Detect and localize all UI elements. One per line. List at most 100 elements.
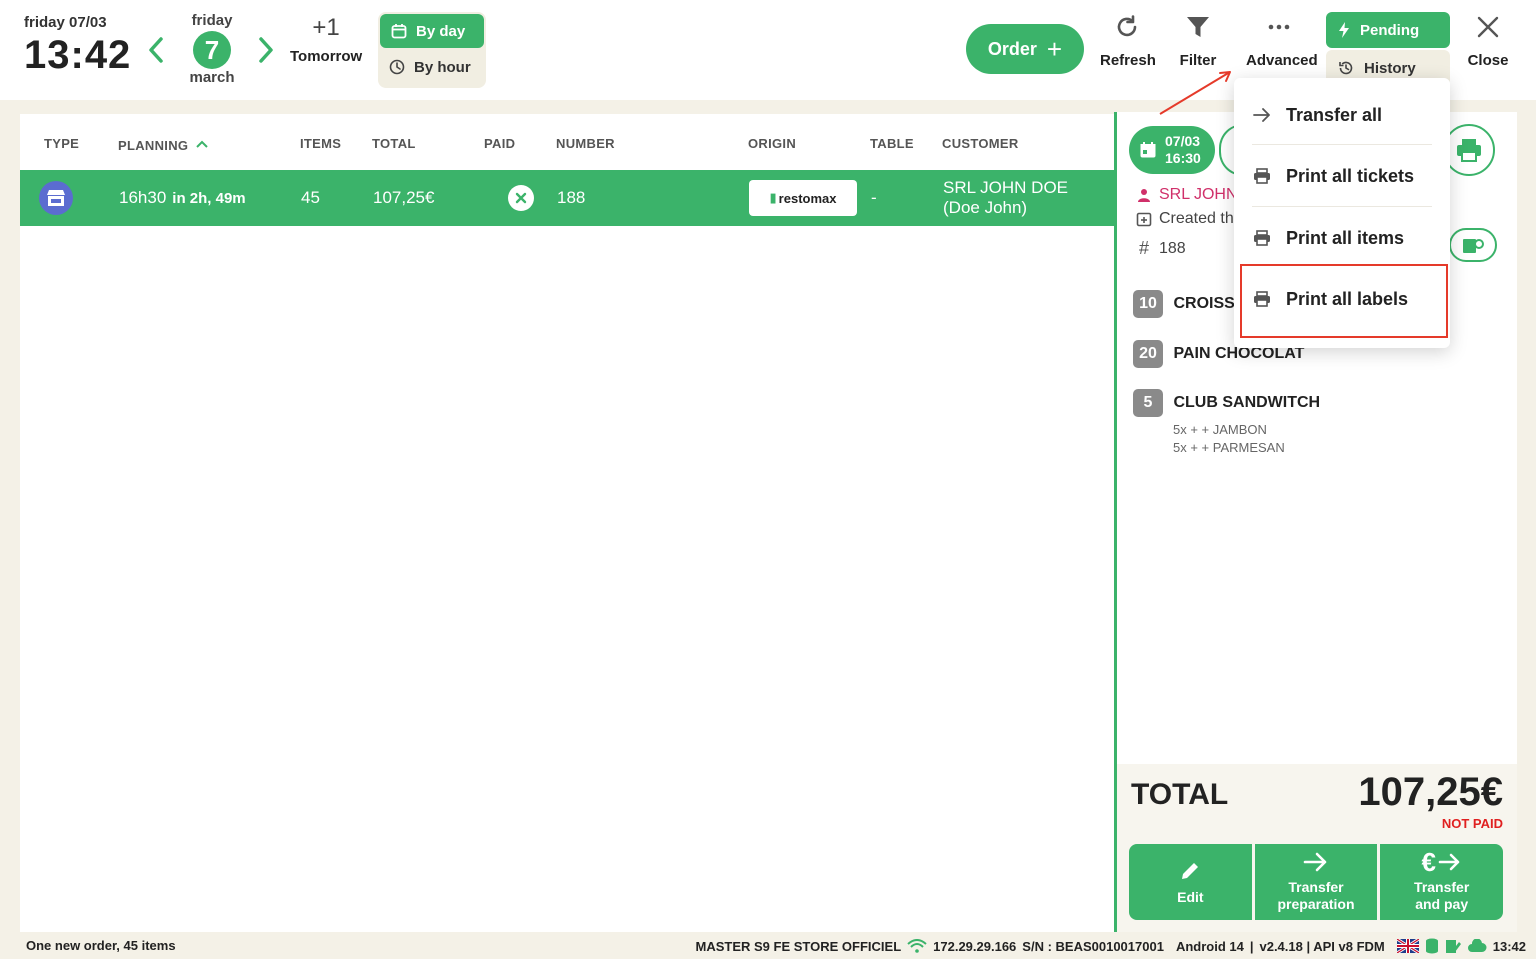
column-header-table[interactable]: TABLE (870, 136, 914, 151)
list-item[interactable]: 5 CLUB SANDWITCH 5x + + JAMBON 5x + + PA… (1133, 389, 1320, 457)
payment-button[interactable] (1449, 228, 1497, 262)
hash-icon: # (1138, 238, 1149, 258)
column-header-total[interactable]: TOTAL (372, 136, 416, 151)
plus-one-label: +1 (312, 14, 340, 41)
calendar-icon (390, 22, 408, 40)
menu-item-print-all-items[interactable]: Print all items (1252, 218, 1432, 258)
view-by-hour-button[interactable]: By hour (378, 50, 486, 84)
total-cell: 107,25€ (373, 188, 435, 207)
column-header-planning-label: PLANNING (118, 138, 189, 153)
refresh-button[interactable]: Refresh (1100, 12, 1156, 69)
order-actions: Edit Transfer preparation € Transfer and… (1129, 844, 1504, 920)
print-ticket-button[interactable] (1443, 124, 1495, 176)
annotation-arrow-icon (1150, 64, 1240, 125)
item-name: CLUB SANDWITCH (1173, 394, 1321, 411)
item-modifier: 5x + + JAMBON (1173, 422, 1267, 437)
menu-item-label: Print all items (1286, 227, 1405, 248)
previous-day-arrow-icon[interactable] (146, 36, 166, 72)
order-type-cell (39, 170, 73, 226)
plus-icon: + (1046, 33, 1063, 64)
arrow-right-icon (1303, 851, 1329, 873)
order-time: 16:30 (1165, 150, 1201, 166)
refresh-icon (1100, 12, 1154, 42)
column-header-number[interactable]: NUMBER (556, 136, 615, 151)
view-by-day-button[interactable]: By day (380, 14, 484, 48)
column-header-planning[interactable]: PLANNING (118, 136, 208, 153)
order-date: 07/03 (1165, 133, 1201, 149)
database-icon (1425, 938, 1439, 954)
column-header-customer[interactable]: CUSTOMER (942, 136, 1019, 151)
column-header-type[interactable]: TYPE (44, 136, 79, 151)
total-value: 107,25€ (1358, 770, 1503, 814)
column-header-paid[interactable]: PAID (484, 136, 515, 151)
advanced-label: Advanced (1246, 52, 1318, 69)
more-dots-icon (1246, 12, 1312, 42)
view-by-hour-label: By hour (414, 58, 471, 76)
orders-table: TYPE PLANNING ITEMS TOTAL PAID NUMBER OR… (20, 114, 1114, 932)
menu-item-transfer-all[interactable]: Transfer all (1252, 95, 1432, 135)
document-edit-icon (1445, 938, 1461, 954)
refresh-label: Refresh (1100, 52, 1156, 69)
origin-label: restomax (778, 190, 837, 206)
view-toggle: By day By hour (378, 12, 486, 88)
transfer-and-pay-button[interactable]: € Transfer and pay (1380, 844, 1504, 920)
transfer-and-pay-label-1: Transfer (1414, 879, 1470, 895)
serial-number: S/N : BEAS0010017001 (1022, 938, 1164, 954)
printer-icon (1456, 138, 1482, 162)
store-icon (39, 181, 73, 215)
filter-icon (1176, 12, 1220, 42)
next-day-arrow-icon[interactable] (256, 36, 276, 72)
clock-icon (388, 58, 406, 76)
planning-cell: 16h30 in 2h, 49m (119, 170, 246, 226)
ip-address: 172.29.29.166 (933, 938, 1017, 954)
number-cell: 188 (557, 188, 586, 207)
current-time: 13:42 (24, 33, 132, 77)
order-number-label: 188 (1159, 239, 1186, 257)
pencil-icon (1178, 859, 1202, 883)
status-bar: One new order, 45 items MASTER S9 FE STO… (0, 932, 1536, 959)
arrow-right-icon (1252, 108, 1272, 122)
uk-flag-icon[interactable] (1396, 939, 1419, 953)
tomorrow-button[interactable]: +1 Tomorrow (290, 14, 362, 65)
table-cell: - (871, 188, 877, 207)
filter-button[interactable]: Filter (1176, 12, 1220, 69)
total-label: TOTAL (1131, 778, 1229, 811)
column-header-origin[interactable]: ORIGIN (748, 136, 796, 151)
table-row[interactable]: 16h30 in 2h, 49m 45 107,25€ 188 ▮ restom… (20, 170, 1114, 226)
item-quantity: 5 (1133, 389, 1163, 417)
items-cell: 45 (301, 188, 320, 207)
selected-month: march (189, 69, 235, 86)
column-header-items[interactable]: ITEMS (300, 136, 341, 151)
advanced-button[interactable]: Advanced (1246, 12, 1318, 69)
payment-status: NOT PAID (1441, 816, 1503, 831)
new-order-button[interactable]: Order + (966, 24, 1084, 74)
order-label: Order (987, 38, 1037, 59)
restomax-logo-icon: ▮ (769, 190, 777, 205)
origin-cell: ▮ restomax (749, 170, 857, 226)
paid-cell (508, 170, 534, 226)
date-picker[interactable]: friday 7 march (186, 12, 238, 86)
history-icon (1338, 60, 1354, 76)
order-date-badge[interactable]: 07/03 16:30 (1129, 126, 1215, 174)
tomorrow-label: Tomorrow (290, 48, 363, 65)
calendar-plus-icon (1135, 211, 1153, 227)
not-paid-x-icon (508, 185, 534, 211)
highlight-box (1240, 264, 1448, 338)
edit-button[interactable]: Edit (1129, 844, 1252, 920)
created-date: Created the (1135, 210, 1243, 228)
close-button[interactable]: Close (1466, 12, 1510, 69)
menu-item-print-all-tickets[interactable]: Print all tickets (1252, 156, 1432, 196)
separator: | (1249, 938, 1254, 954)
printer-icon (1252, 230, 1272, 246)
item-modifiers: 5x + + JAMBON 5x + + PARMESAN (1173, 421, 1320, 457)
sort-ascending-icon (196, 136, 208, 151)
menu-item-label: Print all tickets (1286, 165, 1415, 186)
transfer-preparation-button[interactable]: Transfer preparation (1254, 844, 1378, 920)
view-by-day-label: By day (416, 22, 466, 40)
pending-button[interactable]: Pending (1326, 12, 1450, 48)
selected-day-number: 7 (193, 31, 231, 69)
menu-divider (1252, 144, 1432, 145)
selected-day-name: friday (191, 12, 233, 29)
item-quantity: 10 (1133, 290, 1163, 318)
app-version: v2.4.18 | API v8 FDM (1259, 938, 1385, 954)
